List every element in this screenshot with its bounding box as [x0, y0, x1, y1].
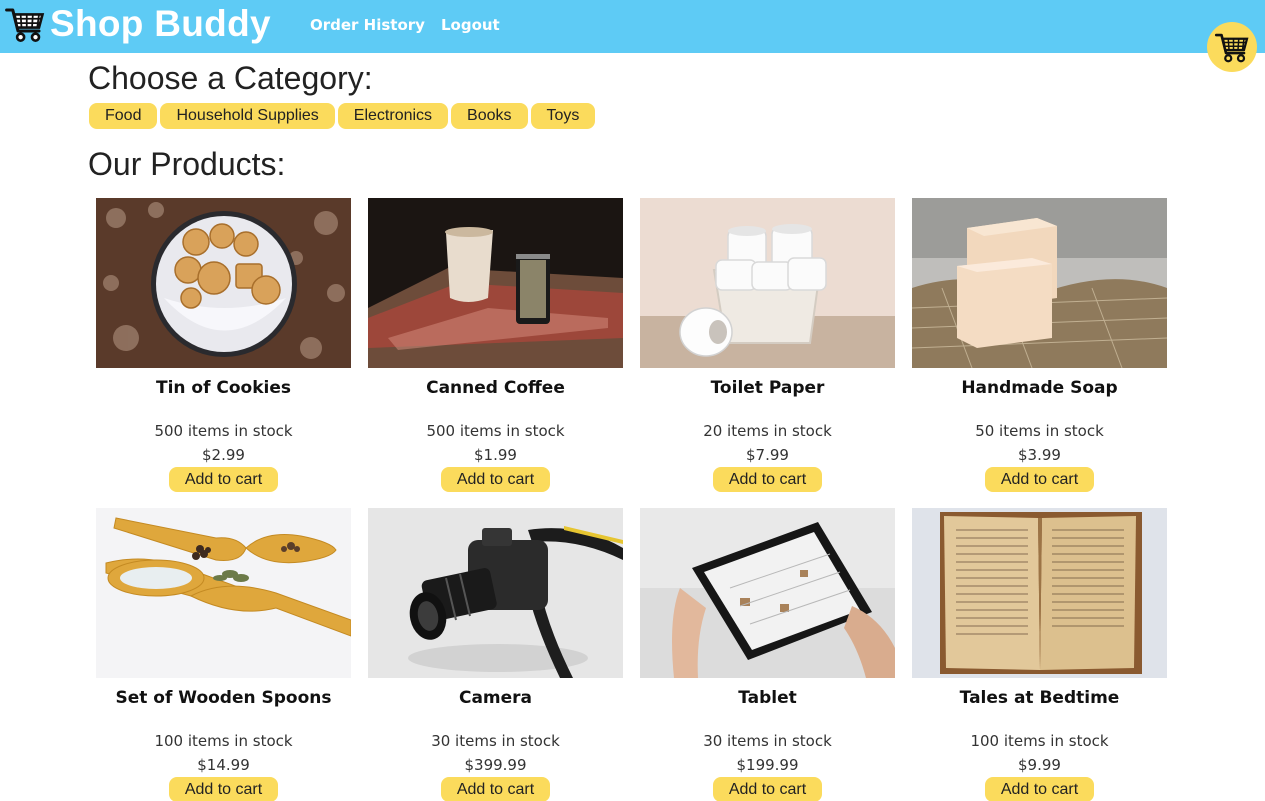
product-name: Tin of Cookies	[155, 378, 292, 398]
product-stock: 30 items in stock	[431, 732, 560, 750]
product-price: $7.99	[746, 446, 789, 464]
main-nav: Order History Logout	[310, 16, 500, 34]
product-image-book[interactable]	[912, 508, 1167, 678]
shopping-cart-icon	[5, 8, 45, 42]
categories-heading: Choose a Category:	[88, 60, 373, 96]
product-name: Handmade Soap	[961, 378, 1118, 398]
category-toys-button[interactable]: Toys	[530, 103, 596, 129]
product-image-tablet[interactable]	[640, 508, 895, 678]
product-name: Tablet	[738, 688, 797, 708]
add-to-cart-button[interactable]: Add to cart	[169, 777, 278, 801]
product-name: Canned Coffee	[426, 378, 565, 398]
product-stock: 50 items in stock	[975, 422, 1104, 440]
add-to-cart-button[interactable]: Add to cart	[713, 777, 822, 801]
nav-order-history-link[interactable]: Order History	[310, 16, 425, 34]
product-name: Set of Wooden Spoons	[115, 688, 332, 708]
product-stock: 100 items in stock	[970, 732, 1109, 750]
product-card: Tin of Cookies 500 items in stock $2.99 …	[96, 198, 351, 508]
product-stock: 30 items in stock	[703, 732, 832, 750]
product-price: $14.99	[197, 756, 250, 774]
product-stock: 500 items in stock	[426, 422, 565, 440]
product-image-cookies[interactable]	[96, 198, 351, 368]
nav-logout-link[interactable]: Logout	[441, 16, 500, 34]
product-price: $3.99	[1018, 446, 1061, 464]
category-list: Food Household Supplies Electronics Book…	[89, 103, 596, 129]
category-books-button[interactable]: Books	[451, 103, 528, 129]
add-to-cart-button[interactable]: Add to cart	[441, 467, 550, 492]
product-image-soap[interactable]	[912, 198, 1167, 368]
product-image-camera[interactable]	[368, 508, 623, 678]
add-to-cart-button[interactable]: Add to cart	[441, 777, 550, 801]
add-to-cart-button[interactable]: Add to cart	[985, 777, 1094, 801]
product-price: $9.99	[1018, 756, 1061, 774]
products-heading: Our Products:	[88, 146, 286, 182]
product-name: Toilet Paper	[710, 378, 825, 398]
add-to-cart-button[interactable]: Add to cart	[985, 467, 1094, 492]
category-food-button[interactable]: Food	[89, 103, 158, 129]
product-card: Camera 30 items in stock $399.99 Add to …	[368, 508, 623, 801]
product-card: Tales at Bedtime 100 items in stock $9.9…	[912, 508, 1167, 801]
category-electronics-button[interactable]: Electronics	[337, 103, 449, 129]
brand-logo-link[interactable]: Shop Buddy	[4, 3, 271, 45]
header-bar: Shop Buddy Order History Logout	[0, 0, 1265, 53]
product-image-wooden-spoons[interactable]	[96, 508, 351, 678]
category-household-supplies-button[interactable]: Household Supplies	[160, 103, 335, 129]
product-card: Canned Coffee 500 items in stock $1.99 A…	[368, 198, 623, 508]
product-stock: 500 items in stock	[154, 422, 293, 440]
cart-button[interactable]	[1207, 22, 1257, 72]
product-price: $2.99	[202, 446, 245, 464]
add-to-cart-button[interactable]: Add to cart	[169, 467, 278, 492]
product-stock: 100 items in stock	[154, 732, 293, 750]
product-price: $1.99	[474, 446, 517, 464]
product-price: $399.99	[464, 756, 527, 774]
product-image-toilet-paper[interactable]	[640, 198, 895, 368]
product-price: $199.99	[736, 756, 799, 774]
brand-name: Shop Buddy	[50, 3, 271, 44]
product-card: Tablet 30 items in stock $199.99 Add to …	[640, 508, 895, 801]
product-card: Toilet Paper 20 items in stock $7.99 Add…	[640, 198, 895, 508]
product-card: Handmade Soap 50 items in stock $3.99 Ad…	[912, 198, 1167, 508]
product-name: Tales at Bedtime	[959, 688, 1120, 708]
product-stock: 20 items in stock	[703, 422, 832, 440]
product-name: Camera	[458, 688, 533, 708]
add-to-cart-button[interactable]: Add to cart	[713, 467, 822, 492]
product-card: Set of Wooden Spoons 100 items in stock …	[96, 508, 351, 801]
shopping-cart-icon	[1214, 33, 1249, 63]
product-grid: Tin of Cookies 500 items in stock $2.99 …	[96, 198, 1167, 801]
product-image-coffee[interactable]	[368, 198, 623, 368]
